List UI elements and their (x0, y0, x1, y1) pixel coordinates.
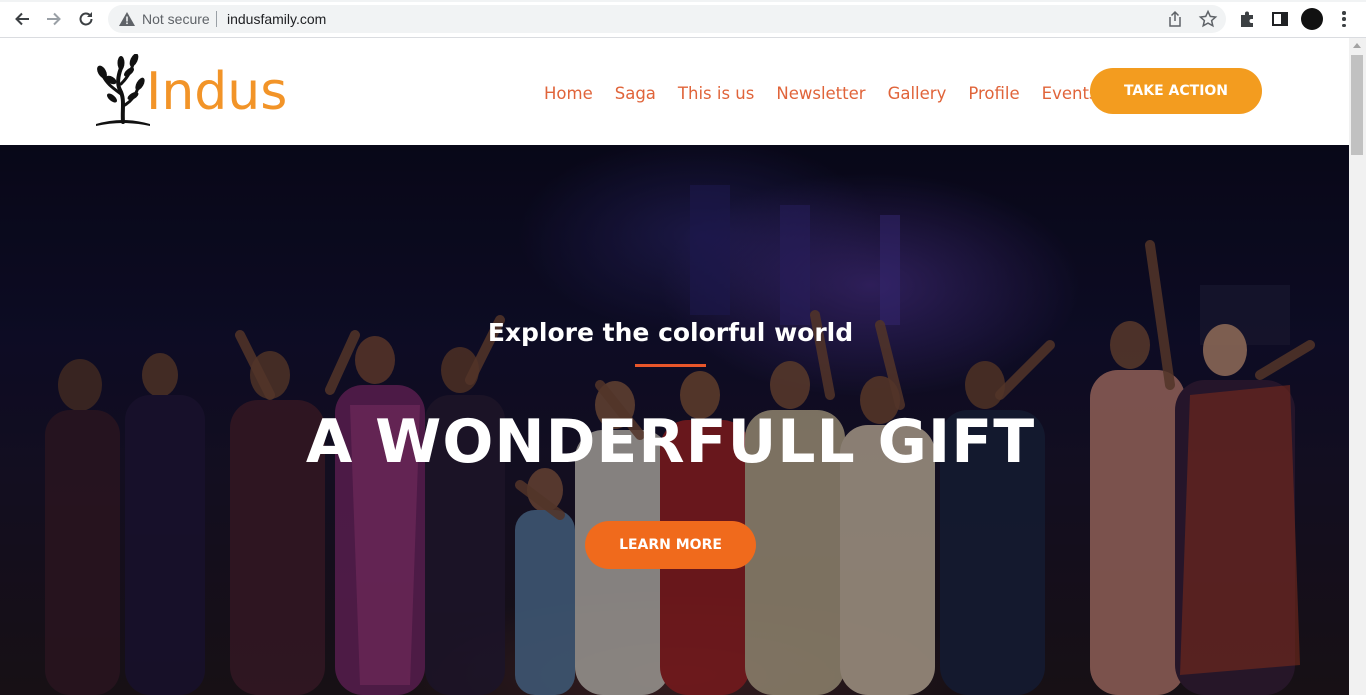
hero-kicker: Explore the colorful world (487, 318, 854, 347)
reload-icon (79, 12, 93, 26)
take-action-button[interactable]: TAKE ACTION (1090, 68, 1262, 114)
back-button[interactable] (10, 7, 34, 31)
browser-menu-icon[interactable] (1336, 9, 1352, 29)
warning-icon[interactable] (118, 10, 136, 28)
nav-this-is-us[interactable]: This is us (678, 84, 754, 103)
nav-home[interactable]: Home (544, 84, 593, 103)
nav-profile[interactable]: Profile (968, 84, 1019, 103)
scrollbar-thumb[interactable] (1351, 55, 1363, 155)
omnibox-divider (216, 11, 217, 27)
tab-strip-edge (0, 0, 1366, 2)
main-navigation: Home Saga This is us Newsletter Gallery … (544, 84, 1098, 103)
bookmark-star-icon[interactable] (1198, 9, 1218, 29)
url-text[interactable]: indusfamily.com (227, 11, 326, 27)
logo-wordmark: Indus (146, 62, 288, 122)
side-panel-icon[interactable] (1270, 9, 1290, 29)
share-icon[interactable] (1166, 10, 1184, 28)
profile-avatar[interactable] (1301, 8, 1323, 30)
security-label[interactable]: Not secure (142, 11, 210, 27)
nav-events[interactable]: Events (1042, 84, 1098, 103)
site-header: Indus Home Saga This is us Newsletter Ga… (0, 38, 1349, 145)
scroll-up-arrow-icon[interactable] (1353, 43, 1361, 48)
tree-logo-icon (96, 54, 150, 126)
nav-saga[interactable]: Saga (615, 84, 656, 103)
reload-button[interactable] (74, 7, 98, 31)
hero-headline: A WONDERFULL GIFT (305, 407, 1036, 477)
nav-gallery[interactable]: Gallery (888, 84, 947, 103)
extensions-puzzle-icon[interactable] (1238, 9, 1258, 29)
learn-more-button[interactable]: LEARN MORE (585, 521, 756, 569)
page-viewport: Indus Home Saga This is us Newsletter Ga… (0, 38, 1349, 695)
forward-button[interactable] (42, 7, 66, 31)
arrow-right-icon (47, 12, 61, 26)
address-bar[interactable]: Not secure indusfamily.com (108, 5, 1226, 33)
page-scrollbar[interactable] (1349, 38, 1366, 695)
hero-divider (635, 364, 706, 367)
browser-toolbar: Not secure indusfamily.com (0, 0, 1366, 38)
site-logo[interactable]: Indus (93, 54, 303, 132)
hero-banner: Explore the colorful world A WONDERFULL … (0, 145, 1349, 695)
arrow-left-icon (15, 12, 29, 26)
nav-newsletter[interactable]: Newsletter (776, 84, 865, 103)
